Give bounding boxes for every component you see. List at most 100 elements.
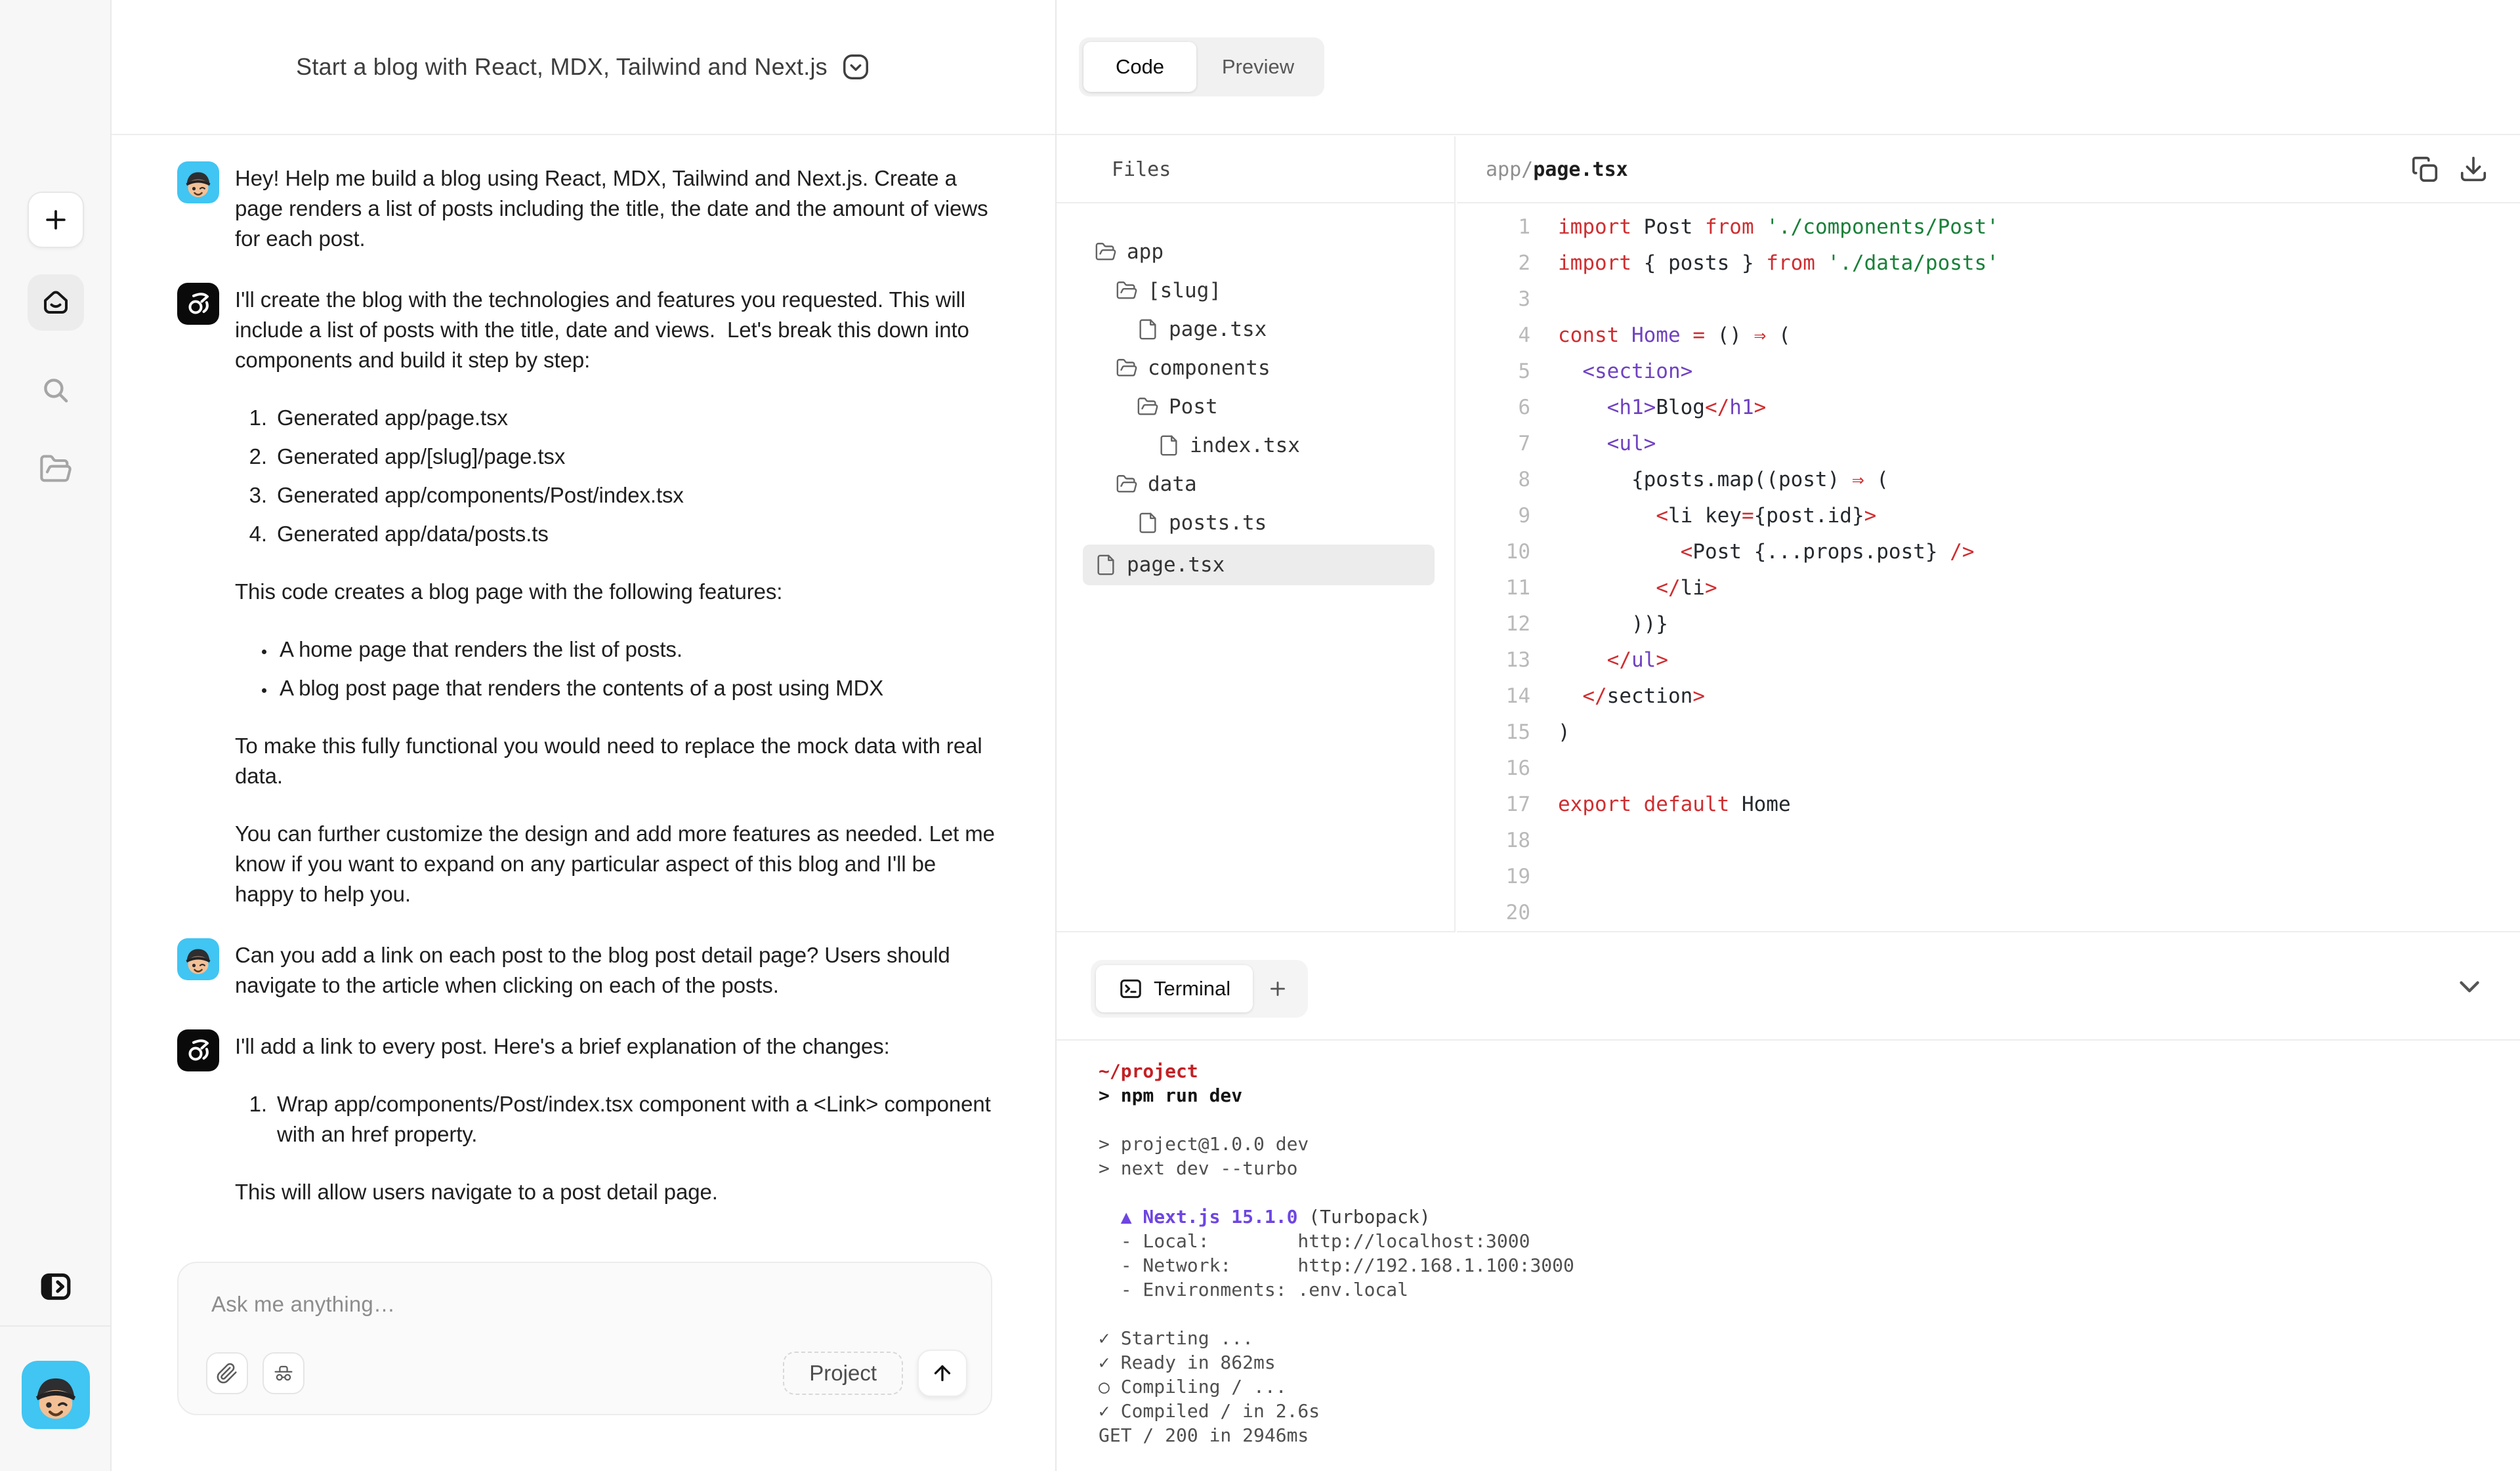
file-tree-item-data[interactable]: data [1057, 465, 1454, 503]
terminal-token: ✓ Starting ... [1099, 1327, 1253, 1349]
flame-logo-icon [177, 283, 219, 325]
terminal-token: ~/project [1099, 1060, 1198, 1082]
code-line: 12 ))} [1457, 606, 2520, 642]
code-line: 16 [1457, 750, 2520, 786]
code-line: 14 </section> [1457, 678, 2520, 714]
terminal-line: - Local: http://localhost:3000 [1099, 1229, 2520, 1253]
code-token: ul [1631, 648, 1656, 672]
tab-terminal[interactable]: Terminal [1096, 965, 1253, 1012]
code-token: </ [1607, 648, 1631, 672]
file-tree-item-page.tsx[interactable]: page.tsx [1083, 545, 1435, 585]
assistant-avatar [177, 283, 219, 325]
new-chat-button[interactable] [28, 192, 84, 248]
terminal-token: - Environments: .env.local [1099, 1279, 1408, 1300]
code-token: > [1705, 576, 1717, 600]
file-tree-item-posts.ts[interactable]: posts.ts [1057, 503, 1454, 542]
terminal-token: GET / 200 in 2946ms [1099, 1424, 1309, 1446]
terminal-line: ✓ Compiled / in 2.6s [1099, 1399, 2520, 1423]
download-icon[interactable] [2458, 154, 2488, 184]
terminal-token: (Turbopack) [1297, 1206, 1430, 1228]
terminal-token: - Network: http://192.168.1.100:3000 [1099, 1254, 1574, 1276]
persona-button[interactable] [262, 1352, 304, 1394]
code-line-content: const Home = () ⇒ ( [1530, 323, 1791, 347]
code-token: > [1864, 504, 1877, 528]
message-numbered-list: Wrap app/components/Post/index.tsx compo… [235, 1089, 996, 1150]
code-line-content: <section> [1530, 360, 1692, 383]
home-button[interactable] [28, 274, 84, 331]
collapse-terminal-chevron-icon[interactable] [2453, 970, 2486, 1003]
attach-button[interactable] [206, 1352, 248, 1394]
message-paragraph: I'll add a link to every post. Here's a … [235, 1031, 996, 1062]
incognito-icon [272, 1361, 295, 1385]
plus-icon [41, 205, 70, 234]
line-number: 3 [1457, 287, 1530, 311]
code-token: ⇒ [1852, 468, 1864, 491]
file-tree-item-Post[interactable]: Post [1057, 387, 1454, 426]
terminal-line: - Environments: .env.local [1099, 1277, 2520, 1302]
terminal-line: > npm run dev [1099, 1083, 2520, 1108]
terminal-line: ✓ Starting ... [1099, 1326, 2520, 1350]
code-line: 8 {posts.map((post) ⇒ ( [1457, 461, 2520, 497]
line-number: 12 [1457, 612, 1530, 636]
file-tree-item-components[interactable]: components [1057, 348, 1454, 387]
projects-button[interactable] [28, 441, 84, 497]
code-token: './data/posts' [1828, 251, 1999, 275]
terminal-icon [1118, 976, 1143, 1001]
line-number: 8 [1457, 468, 1530, 491]
terminal-token: ▲ Next.js 15.1.0 [1099, 1206, 1297, 1228]
file-tree-item-[slug][interactable]: [slug] [1057, 271, 1454, 310]
breadcrumb-dir: app/ [1486, 158, 1533, 181]
code-token: from [1766, 251, 1827, 275]
line-number: 18 [1457, 829, 1530, 852]
terminal-token: ○ Compiling / ... [1099, 1376, 1287, 1398]
message-paragraph: You can further customize the design and… [235, 819, 996, 909]
folder-open-icon [1095, 241, 1117, 263]
rail-divider [0, 1325, 112, 1327]
user-avatar[interactable] [22, 1361, 90, 1429]
line-number: 20 [1457, 901, 1530, 924]
file-tree-item-page.tsx[interactable]: page.tsx [1057, 310, 1454, 348]
tab-code[interactable]: Code [1083, 42, 1196, 92]
workspace-panel: Code Preview Files app [slug] page.tsx c… [1057, 0, 2520, 1471]
terminal-line: > next dev --turbo [1099, 1156, 2520, 1180]
chat-header: Start a blog with React, MDX, Tailwind a… [112, 0, 1055, 135]
code-line-content: <Post {...props.post} /> [1530, 540, 1975, 564]
panel-toggle-button[interactable] [28, 1258, 84, 1315]
new-terminal-button[interactable] [1253, 976, 1303, 1001]
terminal-line: ✓ Ready in 862ms [1099, 1350, 2520, 1375]
file-icon [1095, 554, 1117, 576]
chat-input[interactable]: Ask me anything… Project [177, 1262, 992, 1415]
code-editor-panel: app/page.tsx 1import Post from './compon… [1457, 136, 2520, 932]
folder-open-icon [1116, 357, 1138, 379]
files-label: Files [1112, 158, 1171, 181]
message-paragraph: I'll create the blog with the technologi… [235, 285, 996, 375]
file-tree-item-app[interactable]: app [1057, 232, 1454, 271]
tab-preview[interactable]: Preview [1196, 42, 1320, 92]
message-paragraph: To make this fully functional you would … [235, 731, 996, 791]
list-item: A home page that renders the list of pos… [276, 634, 996, 665]
project-button[interactable]: Project [783, 1352, 903, 1395]
code-line: 17export default Home [1457, 786, 2520, 822]
folder-open-icon [1116, 280, 1138, 302]
user-memoji-avatar [22, 1361, 90, 1429]
message-content: I'll create the blog with the technologi… [235, 283, 996, 909]
chevron-down-icon[interactable] [841, 52, 871, 82]
code-token: <h1> [1607, 396, 1656, 419]
tab-code-label: Code [1116, 55, 1164, 79]
search-button[interactable] [28, 362, 84, 419]
send-button[interactable] [917, 1350, 967, 1397]
line-number: 7 [1457, 432, 1530, 455]
copy-icon[interactable] [2410, 154, 2440, 184]
code-token: section [1607, 684, 1693, 708]
message-paragraph: Can you add a link on each post to the b… [235, 940, 996, 1001]
terminal-line: ○ Compiling / ... [1099, 1375, 2520, 1399]
code-line-content: import Post from './components/Post' [1530, 215, 1999, 239]
code-line-content: ))} [1530, 612, 1668, 636]
code-token: > [1656, 648, 1668, 672]
file-tree-item-index.tsx[interactable]: index.tsx [1057, 426, 1454, 465]
message-content: Can you add a link on each post to the b… [235, 938, 996, 1001]
user-avatar [177, 161, 219, 203]
code-token: = [1692, 323, 1705, 347]
line-number: 10 [1457, 540, 1530, 564]
user-memoji-avatar [177, 938, 219, 980]
